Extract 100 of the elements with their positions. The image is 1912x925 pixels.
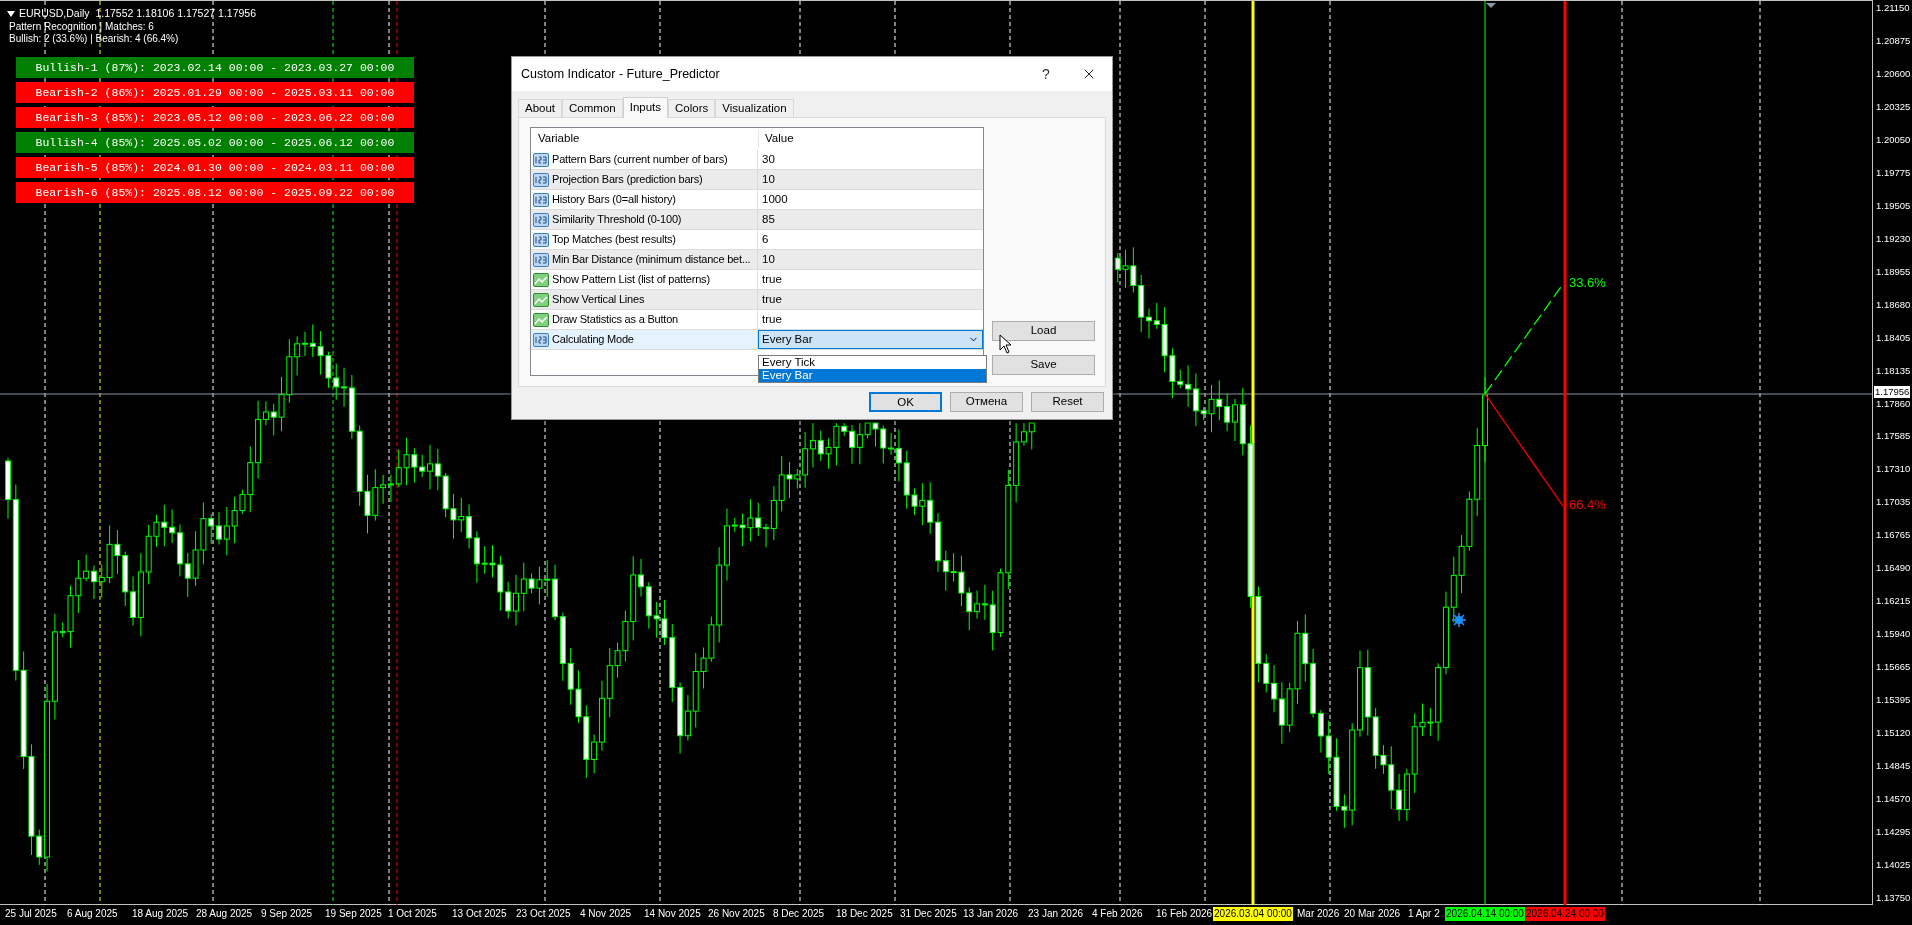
price-label: 1.15665 (1876, 661, 1911, 674)
time-label: 26 Nov 2025 (708, 908, 765, 920)
variable-name: History Bars (0=all history) (552, 192, 676, 208)
variable-name: Draw Statistics as a Button (552, 312, 679, 328)
dialog-tab[interactable]: Colors (668, 99, 716, 117)
price-label: 1.20875 (1876, 34, 1911, 47)
price-label: 1.14570 (1876, 793, 1911, 806)
variable-name: Show Pattern List (list of patterns) (552, 272, 710, 288)
price-label: 1.15120 (1876, 727, 1911, 740)
price-label: 1.19775 (1876, 166, 1911, 179)
time-label: 25 Jul 2025 (5, 908, 57, 920)
time-label: 4 Nov 2025 (580, 908, 632, 920)
side-button[interactable]: Load (992, 321, 1095, 341)
dialog-tab[interactable]: Common (562, 99, 623, 117)
price-label: 1.15940 (1876, 628, 1911, 641)
table-row[interactable]: Show Vertical Lines true (531, 290, 983, 310)
pattern-list-item[interactable]: Bullish-4 (85%): 2025.05.02 00:00 - 2025.06.12 00:00 (16, 132, 414, 153)
pattern-list-item[interactable]: Bearish-2 (86%): 2025.01.29 00:00 - 2025.03.11 00:00 (16, 82, 414, 103)
column-header: Value (758, 130, 794, 148)
table-row[interactable]: Top Matches (best results) 6 (531, 230, 983, 250)
pattern-list-item[interactable]: Bearish-5 (85%): 2024.01.30 00:00 - 2024.03.11 00:00 (16, 157, 414, 178)
table-row[interactable]: Show Pattern List (list of patterns) true (531, 270, 983, 290)
dialog-tab[interactable]: Visualization (715, 99, 794, 117)
help-button[interactable]: ? (1026, 59, 1066, 89)
pattern-list-item[interactable]: Bearish-6 (85%): 2025.08.12 00:00 - 2025.09.22 00:00 (16, 182, 414, 203)
time-label: 20 Mar 2026 (1344, 908, 1401, 920)
symbol-line: EURUSD,Daily 1.17552 1.18106 1.17527 1.17956 (19, 7, 256, 20)
time-label: 16 Feb 2026 (1156, 908, 1213, 920)
table-row[interactable]: Calculating Mode Every Bar (531, 330, 983, 350)
side-button[interactable]: Save (992, 355, 1095, 375)
time-label: 1 Oct 2025 (388, 908, 437, 920)
price-label: 1.14295 (1876, 826, 1911, 838)
price-label: 1.20325 (1876, 100, 1911, 113)
value-cell-text: 6 (761, 231, 770, 247)
price-label: 1.14025 (1876, 858, 1911, 871)
variable-name: Calculating Mode (552, 332, 634, 348)
price-label: 1.17035 (1876, 496, 1911, 509)
value-combo[interactable]: Every Bar (758, 330, 983, 349)
variable-name: Min Bar Distance (minimum distance bet... (552, 252, 751, 268)
projection-percent: 66.4% (1569, 497, 1606, 513)
value-cell-text: true (761, 311, 783, 327)
dialog-title: Custom Indicator - Future_Predictor (521, 65, 720, 83)
price-label: 1.21150 (1876, 2, 1910, 14)
value-cell-text: true (761, 291, 783, 307)
value-cell-text: 10 (761, 171, 776, 187)
price-label: 1.15395 (1876, 694, 1911, 707)
dialog-button[interactable]: Отмена (950, 392, 1023, 412)
price-label: 1.17310 (1876, 463, 1911, 476)
value-cell-text: 30 (761, 151, 776, 167)
dialog-button[interactable]: OK (869, 392, 942, 412)
current-price-label: 1.17956 (1874, 386, 1911, 398)
value-cell-text: 10 (761, 251, 776, 267)
price-label: 1.17585 (1876, 430, 1911, 443)
value-cell-text: true (761, 271, 783, 287)
time-marker: 2026.04.24 00:00 (1525, 907, 1605, 921)
price-label: 1.18405 (1876, 331, 1911, 344)
table-row[interactable]: Min Bar Distance (minimum distance bet... 10 (531, 250, 983, 270)
time-label: 28 Aug 2025 (196, 908, 253, 920)
price-label: 1.19230 (1876, 232, 1911, 245)
dropdown-option[interactable]: Every Bar (759, 369, 986, 382)
pattern-list-item[interactable]: Bullish-1 (87%): 2023.02.14 00:00 - 2023.03.27 00:00 (16, 57, 414, 78)
dialog-button[interactable]: Reset (1031, 392, 1104, 412)
price-label: 1.18680 (1876, 298, 1911, 311)
time-label: 23 Jan 2026 (1028, 908, 1084, 920)
variable-name: Pattern Bars (current number of bars) (552, 152, 728, 168)
indicator-info-line: Pattern Recognition | Matches: 6 (9, 21, 155, 33)
variable-name: Top Matches (best results) (552, 232, 676, 248)
price-label: 1.20600 (1876, 67, 1911, 80)
time-label: 8 Dec 2025 (773, 908, 825, 920)
table-row[interactable]: Draw Statistics as a Button true (531, 310, 983, 330)
table-row[interactable]: Projection Bars (prediction bars) 10 (531, 170, 983, 190)
price-label: 1.14845 (1876, 760, 1911, 773)
projection-percent: 33.6% (1569, 275, 1606, 291)
time-label: 18 Dec 2025 (836, 908, 893, 920)
time-label: 31 Dec 2025 (900, 908, 957, 920)
time-label: 6 Aug 2025 (67, 908, 118, 920)
price-label: 1.16215 (1876, 595, 1911, 608)
price-label: 1.16490 (1876, 562, 1911, 575)
dialog-tab[interactable]: About (518, 99, 563, 117)
column-header: Variable (537, 131, 581, 147)
dialog-tab[interactable]: Inputs (622, 97, 669, 118)
table-row[interactable]: Similarity Threshold (0-100) 85 (531, 210, 983, 230)
time-label: 4 Feb 2026 (1092, 908, 1143, 920)
time-label: 23 Oct 2025 (516, 908, 571, 920)
indicator-info-line: Bullish: 2 (33.6%) | Bearish: 4 (66.4%) (9, 33, 179, 45)
variable-name: Projection Bars (prediction bars) (552, 172, 703, 188)
table-row[interactable]: History Bars (0=all history) 1000 (531, 190, 983, 210)
time-label: Mar 2026 (1297, 908, 1340, 920)
time-label: 18 Aug 2025 (132, 908, 189, 920)
price-label: 1.13750 (1876, 891, 1911, 904)
pattern-list-item[interactable]: Bearish-3 (85%): 2023.05.12 00:00 - 2023.06.22 00:00 (16, 107, 414, 128)
variable-name: Show Vertical Lines (552, 292, 645, 308)
price-label: 1.19505 (1876, 199, 1911, 212)
time-label: 14 Nov 2025 (644, 908, 701, 920)
price-label: 1.20050 (1876, 133, 1911, 146)
price-label: 1.17860 (1876, 397, 1911, 410)
table-row[interactable]: Pattern Bars (current number of bars) 30 (531, 150, 983, 170)
time-label: 9 Sep 2025 (261, 908, 313, 920)
time-marker: 2026.03.04 00:00 (1213, 907, 1293, 921)
price-label: 1.18135 (1876, 364, 1911, 377)
